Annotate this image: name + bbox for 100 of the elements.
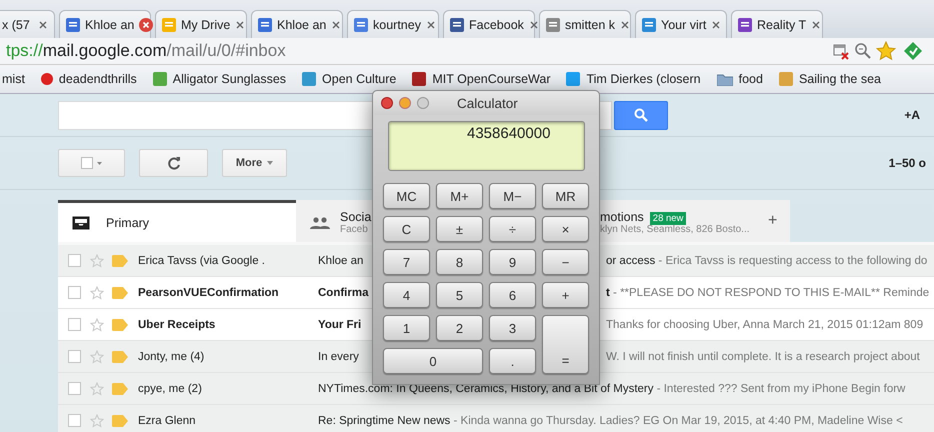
- star-icon[interactable]: [90, 286, 104, 300]
- bookmark[interactable]: Open Culture: [302, 72, 396, 86]
- label-icon[interactable]: [112, 350, 128, 362]
- browser-tab[interactable]: Your virt: [635, 10, 727, 38]
- zoom-icon[interactable]: [854, 42, 872, 60]
- checkbox-icon[interactable]: [68, 286, 81, 299]
- browser-tab[interactable]: Reality T: [731, 10, 823, 38]
- calculator-key[interactable]: 2: [436, 315, 483, 341]
- tab-title: Facebook: [469, 18, 524, 32]
- category-tab[interactable]: Primary: [58, 200, 296, 242]
- bookmark[interactable]: Tim Dierkes (closern: [566, 72, 701, 86]
- calculator-key[interactable]: 6: [489, 282, 536, 308]
- email-row[interactable]: Ezra Glenn Re: Springtime New news - Kinda wanna go Thursday. Ladies? EG On Mar 19, 2015, at 4:40 PM, Madeline Wise <: [58, 405, 934, 432]
- tab-title: Khloe an: [277, 18, 326, 32]
- tab-title: x (57: [2, 18, 31, 32]
- close-icon[interactable]: [38, 20, 48, 30]
- checkbox-icon[interactable]: [68, 318, 81, 331]
- calculator-key[interactable]: MC: [383, 183, 430, 209]
- bookmark[interactable]: Alligator Sunglasses: [152, 72, 286, 86]
- calculator-key[interactable]: ÷: [489, 216, 536, 242]
- star-icon[interactable]: [90, 254, 104, 268]
- site-icon: [546, 18, 560, 32]
- bookmark[interactable]: mist: [2, 72, 25, 86]
- star-icon[interactable]: [876, 41, 896, 61]
- minimize-icon[interactable]: [399, 97, 411, 109]
- close-icon[interactable]: [381, 97, 393, 109]
- browser-tab[interactable]: kourtney: [347, 10, 439, 38]
- browser-tab[interactable]: Khloe an: [251, 10, 343, 38]
- label-icon[interactable]: [112, 286, 128, 298]
- calculator-key[interactable]: 9: [489, 249, 536, 275]
- add-tab-button[interactable]: +: [768, 212, 778, 230]
- bookmark[interactable]: MIT OpenCourseWar: [412, 72, 550, 86]
- site-icon: [738, 18, 752, 32]
- label-icon[interactable]: [112, 254, 128, 266]
- bookmark[interactable]: deadendthrills: [40, 72, 137, 86]
- tab-title: My Drive: [181, 18, 230, 32]
- tab-title: smitten k: [565, 18, 616, 32]
- browser-tab[interactable]: Khloe an: [59, 10, 151, 38]
- close-icon[interactable]: [811, 20, 822, 30]
- calculator-key[interactable]: 5: [436, 282, 483, 308]
- calculator-key[interactable]: C: [383, 216, 430, 242]
- calculator-key[interactable]: −: [542, 249, 589, 275]
- calculator-key[interactable]: +: [542, 282, 589, 308]
- label-icon[interactable]: [112, 318, 128, 330]
- snippet: - Erica Tavss is requesting access to the following do: [657, 254, 928, 266]
- browser-tab[interactable]: smitten k: [539, 10, 631, 38]
- tab-subtitle: Faceb: [340, 224, 369, 235]
- calculator-key[interactable]: M−: [489, 183, 536, 209]
- close-icon[interactable]: [711, 20, 722, 30]
- subject: Khloe an: [318, 254, 364, 266]
- subject: Your Fri: [318, 318, 362, 330]
- close-icon[interactable]: [139, 18, 154, 32]
- window-title: Calculator: [457, 96, 518, 110]
- new-count-badge: 28 new: [650, 212, 686, 225]
- calculator-key[interactable]: 1: [383, 315, 430, 341]
- bookmark[interactable]: food: [716, 72, 763, 86]
- tab-subtitle: klyn Nets, Seamless, 826 Bosto...: [600, 224, 750, 235]
- checkbox-icon[interactable]: [68, 414, 81, 427]
- star-icon[interactable]: [90, 318, 104, 332]
- calculator-key[interactable]: 4: [383, 282, 430, 308]
- calculator-key[interactable]: 8: [436, 249, 483, 275]
- snippet: - **PLEASE DO NOT RESPOND TO THIS E-MAIL** Reminde: [612, 286, 930, 298]
- browser-tab[interactable]: Facebook: [443, 10, 535, 38]
- search-button[interactable]: [614, 100, 668, 130]
- star-icon[interactable]: [90, 350, 104, 364]
- star-icon[interactable]: [90, 414, 104, 428]
- checkbox-icon: [80, 157, 102, 169]
- calculator-key[interactable]: .: [489, 348, 536, 374]
- close-icon[interactable]: [426, 20, 436, 30]
- label-icon[interactable]: [112, 414, 128, 426]
- account-link[interactable]: +A: [904, 108, 920, 122]
- snippet: - Interested ??? Sent from my iPhone Begin forw: [656, 382, 906, 394]
- calculator-key[interactable]: M+: [436, 183, 483, 209]
- sender: cpye, me (2): [138, 382, 203, 394]
- checkbox-icon[interactable]: [68, 350, 81, 363]
- calculator-key[interactable]: 7: [383, 249, 430, 275]
- calculator-key[interactable]: ×: [542, 216, 589, 242]
- calculator-key[interactable]: 0: [383, 348, 483, 374]
- close-icon[interactable]: [331, 20, 342, 30]
- close-icon[interactable]: [620, 20, 630, 30]
- browser-tab[interactable]: My Drive: [155, 10, 247, 38]
- site-icon: [412, 72, 426, 86]
- more-button[interactable]: More: [222, 149, 287, 177]
- star-icon[interactable]: [90, 382, 104, 396]
- close-icon[interactable]: [235, 20, 246, 30]
- popup-blocked-icon[interactable]: [832, 42, 850, 60]
- label-icon[interactable]: [112, 382, 128, 394]
- zoom-icon[interactable]: [417, 97, 429, 109]
- checkbox-icon[interactable]: [68, 382, 81, 395]
- checkbox-icon[interactable]: [68, 254, 81, 267]
- calculator-key[interactable]: ±: [436, 216, 483, 242]
- bookmark[interactable]: Sailing the sea: [778, 72, 881, 86]
- browser-tab[interactable]: x (57: [0, 10, 55, 38]
- calculator-key[interactable]: 3: [489, 315, 536, 341]
- calculator-key[interactable]: MR: [542, 183, 589, 209]
- close-icon[interactable]: [528, 20, 539, 30]
- site-icon: [450, 18, 464, 32]
- refresh-button[interactable]: [139, 149, 208, 177]
- select-button[interactable]: [58, 149, 125, 177]
- calculator-key[interactable]: =: [542, 315, 589, 374]
